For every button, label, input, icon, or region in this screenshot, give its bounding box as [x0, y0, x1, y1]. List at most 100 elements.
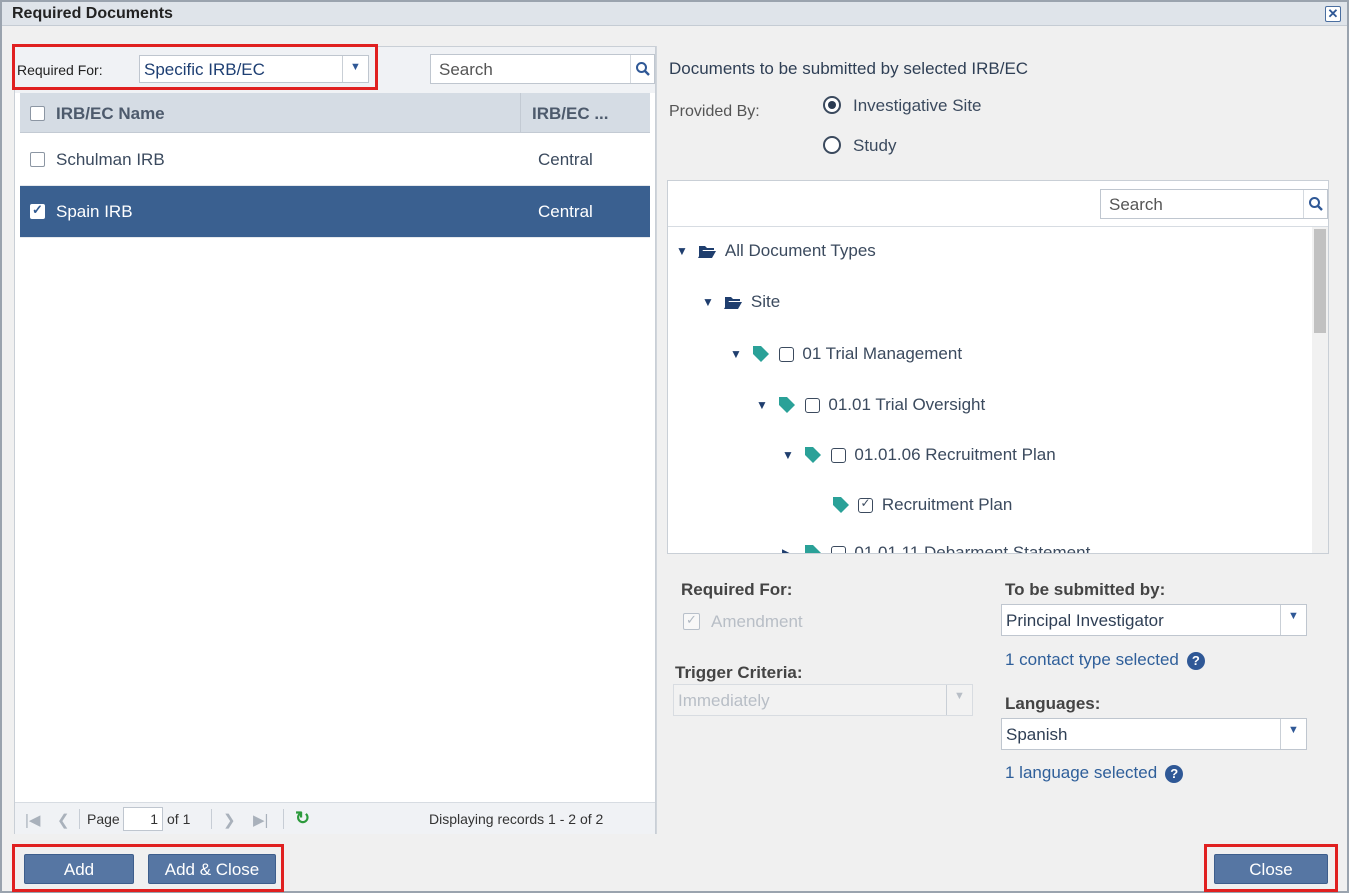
irb-name: Schulman IRB: [56, 150, 165, 169]
help-icon[interactable]: ?: [1186, 651, 1205, 670]
trigger-criteria-label: Trigger Criteria:: [675, 663, 803, 682]
tree-node[interactable]: ▼ 01.01 Trial Oversight: [756, 395, 985, 421]
languages-select[interactable]: Spanish ▼: [1001, 718, 1307, 750]
irb-list-panel: Required For: Specific IRB/EC ▼ Search I…: [14, 46, 656, 834]
trigger-criteria-select: Immediately ▼: [673, 684, 973, 716]
provided-by-label: Provided By:: [669, 103, 760, 120]
tree-node-label: 01 Trial Management: [802, 344, 963, 363]
tree-node[interactable]: ▼ Site: [702, 292, 780, 318]
search-icon[interactable]: [1303, 190, 1327, 218]
tag-icon: [805, 447, 822, 463]
tree-node[interactable]: ▼ 01.01.06 Recruitment Plan: [782, 445, 1056, 471]
tag-icon: [833, 497, 849, 513]
tree-node[interactable]: ▼ 01 Trial Management: [730, 344, 962, 370]
irb-name: Spain IRB: [56, 202, 133, 221]
folder-open-icon: [724, 297, 743, 309]
pager-separator: [283, 809, 284, 829]
refresh-icon[interactable]: ↻: [295, 808, 310, 829]
help-icon[interactable]: ?: [1165, 764, 1184, 783]
irb-search-input[interactable]: Search: [430, 54, 655, 84]
radio-study[interactable]: [823, 136, 841, 154]
table-row[interactable]: Spain IRB Central: [20, 186, 650, 238]
close-icon[interactable]: ✕: [1325, 6, 1341, 22]
column-irb-type[interactable]: IRB/EC ...: [532, 104, 609, 124]
last-page-icon[interactable]: ▶|: [253, 811, 268, 829]
amendment-label: Amendment: [711, 612, 803, 631]
irb-type: Central: [538, 202, 593, 221]
add-close-button[interactable]: Add & Close: [148, 854, 276, 884]
required-for-section-label: Required For:: [681, 580, 793, 599]
radio-label-study[interactable]: Study: [853, 136, 896, 156]
pagination-bar: |◀ ❮ Page 1 of 1 ❯ ▶| ↻ Displaying recor…: [15, 802, 655, 834]
page-label: Page: [87, 811, 120, 827]
tree-checkbox[interactable]: [778, 346, 794, 362]
tag-icon: [805, 545, 822, 553]
required-documents-dialog: Required Documents ✕ Required For: Speci…: [0, 0, 1349, 893]
language-link[interactable]: 1 language selected?: [1005, 763, 1184, 783]
search-icon[interactable]: [630, 55, 654, 83]
close-button[interactable]: Close: [1214, 854, 1328, 884]
language-link-text[interactable]: 1 language selected: [1005, 763, 1157, 782]
tree-node-label: Recruitment Plan: [881, 495, 1013, 514]
caret-down-icon[interactable]: ▼: [782, 448, 800, 462]
languages-value: Spanish: [1006, 725, 1068, 744]
prev-page-icon[interactable]: ❮: [57, 811, 70, 829]
irb-search-placeholder: Search: [439, 60, 493, 79]
submitted-by-label: To be submitted by:: [1005, 580, 1166, 599]
tree-checkbox[interactable]: [830, 545, 846, 553]
caret-down-icon[interactable]: ▼: [756, 398, 774, 412]
chevron-down-icon[interactable]: ▼: [1280, 605, 1306, 635]
radio-investigative-site[interactable]: [823, 96, 841, 114]
highlight-required-for: [12, 44, 378, 90]
tree-node[interactable]: Recruitment Plan: [832, 495, 1012, 521]
caret-down-icon[interactable]: ▼: [730, 347, 748, 361]
tree-checkbox[interactable]: [804, 397, 820, 413]
tree-scrollbar[interactable]: [1312, 227, 1328, 553]
table-row[interactable]: Schulman IRB Central: [20, 134, 650, 186]
caret-down-icon[interactable]: ▼: [702, 295, 720, 309]
trigger-criteria-value: Immediately: [678, 691, 770, 710]
documents-panel-title: Documents to be submitted by selected IR…: [669, 59, 1029, 78]
contact-type-link-text[interactable]: 1 contact type selected: [1005, 650, 1179, 669]
select-all-checkbox[interactable]: [30, 106, 45, 121]
row-checkbox[interactable]: [30, 202, 45, 219]
dialog-title: Required Documents: [12, 5, 173, 22]
tree-scroll-thumb[interactable]: [1314, 229, 1326, 333]
tag-icon: [753, 346, 770, 362]
document-tree: Search ▼ All Document Types ▼ Site ▼ 01 …: [667, 180, 1329, 554]
column-irb-name[interactable]: IRB/EC Name: [56, 104, 165, 124]
first-page-icon[interactable]: |◀: [25, 811, 40, 829]
tree-node-label: Site: [750, 292, 781, 311]
tree-search-input[interactable]: Search: [1100, 189, 1328, 219]
tree-content: ▼ All Document Types ▼ Site ▼ 01 Trial M…: [668, 227, 1312, 553]
tree-node-label: All Document Types: [724, 241, 876, 260]
tree-node-label: 01.01.11 Debarment Statement: [854, 543, 1091, 553]
folder-open-icon: [698, 246, 717, 258]
tag-icon: [779, 397, 796, 413]
dialog-titlebar: Required Documents ✕: [2, 2, 1347, 26]
pager-separator: [211, 809, 212, 829]
tree-toolbar: Search: [668, 181, 1328, 227]
submitted-by-value: Principal Investigator: [1006, 611, 1164, 630]
tree-node[interactable]: ▼ All Document Types: [676, 241, 876, 267]
tree-node-label: 01.01 Trial Oversight: [828, 395, 986, 414]
tree-checkbox[interactable]: [858, 496, 874, 513]
page-number-input[interactable]: 1: [123, 807, 163, 831]
contact-type-link[interactable]: 1 contact type selected?: [1005, 650, 1205, 670]
chevron-down-icon: ▼: [946, 685, 972, 715]
add-button[interactable]: Add: [24, 854, 134, 884]
display-status: Displaying records 1 - 2 of 2: [429, 811, 604, 827]
row-checkbox[interactable]: [30, 152, 45, 167]
submitted-by-select[interactable]: Principal Investigator ▼: [1001, 604, 1307, 636]
pager-separator: [79, 809, 80, 829]
caret-down-icon[interactable]: ▼: [676, 244, 694, 258]
next-page-icon[interactable]: ❯: [223, 811, 236, 829]
radio-label-investigative-site[interactable]: Investigative Site: [853, 96, 982, 116]
irb-type: Central: [538, 150, 593, 169]
chevron-down-icon[interactable]: ▼: [1280, 719, 1306, 749]
tree-checkbox[interactable]: [830, 447, 846, 463]
page-of-label: of 1: [167, 811, 191, 827]
column-separator: [520, 93, 521, 133]
caret-right-icon[interactable]: ▶: [782, 546, 800, 553]
tree-node[interactable]: ▶ 01.01.11 Debarment Statement: [782, 543, 1090, 553]
